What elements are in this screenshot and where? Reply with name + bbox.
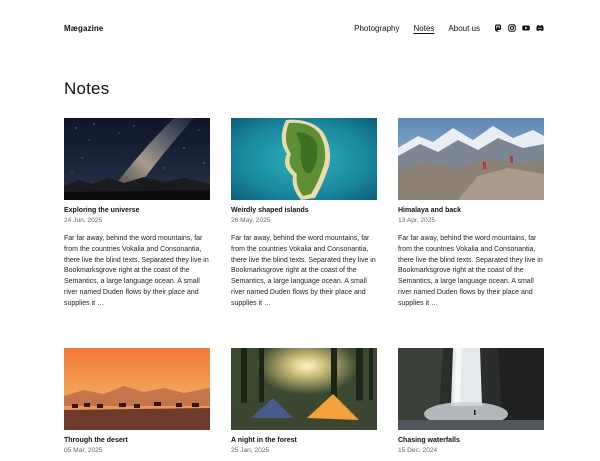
social-links: [494, 24, 544, 32]
post-date: 05 Mar, 2025: [64, 447, 103, 454]
post-card[interactable]: Himalaya and back 13 Apr, 2025 Far far a…: [398, 118, 544, 310]
nav-link-photography[interactable]: Photography: [354, 24, 399, 33]
post-thumbnail-forest[interactable]: [231, 348, 377, 430]
post-thumbnail-waterfall[interactable]: [398, 348, 544, 430]
post-title[interactable]: A night in the forest: [231, 436, 377, 445]
post-excerpt: Far far away, behind the word mountains,…: [64, 235, 209, 307]
post-title[interactable]: Exploring the universe: [64, 206, 210, 215]
post-date: 24 Jun, 2025: [64, 217, 103, 224]
post-thumbnail-desert[interactable]: [64, 348, 210, 430]
youtube-icon[interactable]: [522, 24, 530, 32]
post-title[interactable]: Through the desert: [64, 436, 210, 445]
site-header: Mægazine Photography Notes About us: [64, 18, 544, 38]
post-excerpt: Far far away, behind the word mountains,…: [231, 235, 376, 307]
page: Mægazine Photography Notes About us Note…: [0, 0, 600, 461]
post-card[interactable]: Chasing waterfalls 15 Dec, 2024: [398, 348, 544, 455]
post-title[interactable]: Weirdly shaped islands: [231, 206, 377, 215]
site-logo[interactable]: Mægazine: [64, 24, 103, 33]
post-date: 25 Jan, 2025: [231, 447, 270, 454]
nav-link-notes[interactable]: Notes: [414, 24, 435, 33]
post-thumbnail-island[interactable]: [231, 118, 377, 200]
post-date: 15 Dec, 2024: [398, 447, 438, 454]
nav-link-about-us[interactable]: About us: [448, 24, 480, 33]
post-date: 26 May, 2025: [231, 217, 271, 224]
page-title: Notes: [64, 79, 110, 98]
post-excerpt: Far far away, behind the word mountains,…: [398, 235, 543, 307]
post-thumbnail-milky-way[interactable]: [64, 118, 210, 200]
instagram-icon[interactable]: [508, 24, 516, 32]
post-title[interactable]: Chasing waterfalls: [398, 436, 544, 445]
discord-icon[interactable]: [536, 24, 544, 32]
post-card[interactable]: Weirdly shaped islands 26 May, 2025 Far …: [231, 118, 377, 310]
post-date: 13 Apr, 2025: [398, 217, 436, 224]
post-card[interactable]: Exploring the universe 24 Jun, 2025 Far …: [64, 118, 210, 310]
post-card[interactable]: A night in the forest 25 Jan, 2025: [231, 348, 377, 455]
main-nav: Photography Notes About us: [340, 24, 544, 33]
mastodon-icon[interactable]: [494, 24, 502, 32]
post-title[interactable]: Himalaya and back: [398, 206, 544, 215]
post-card[interactable]: Through the desert 05 Mar, 2025: [64, 348, 210, 455]
post-thumbnail-himalaya[interactable]: [398, 118, 544, 200]
